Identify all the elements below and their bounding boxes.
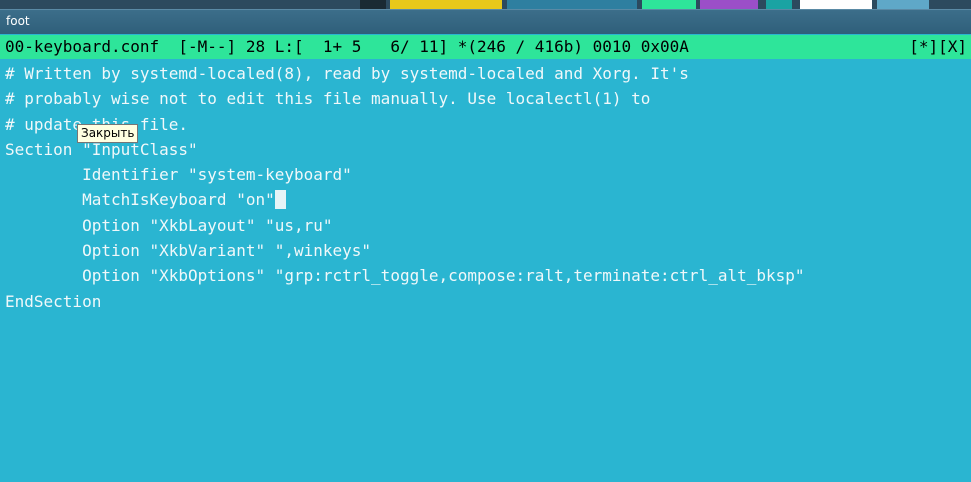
editor-line-text: Option "XkbOptions" "grp:rctrl_toggle,co…	[5, 266, 805, 286]
editor-line[interactable]: Option "XkbLayout" "us,ru"	[5, 213, 965, 238]
taskbar-segment[interactable]	[390, 0, 502, 9]
editor-line[interactable]: Option "XkbVariant" ",winkeys"	[5, 238, 965, 263]
editor-line-text: EndSection	[5, 291, 102, 311]
text-editor-area[interactable]: # Written by systemd-localed(8), read by…	[5, 61, 965, 314]
editor-line[interactable]: MatchIsKeyboard "on"	[5, 187, 965, 212]
taskbar-segment[interactable]	[700, 0, 758, 9]
window-title: foot	[6, 14, 30, 28]
text-cursor	[274, 190, 286, 210]
editor-line[interactable]: EndSection	[5, 289, 965, 314]
editor-line[interactable]: # update this file.	[5, 112, 965, 137]
taskbar-segment[interactable]	[877, 0, 929, 9]
editor-line-text: MatchIsKeyboard "on"	[5, 190, 275, 210]
taskbar-segment[interactable]	[642, 0, 696, 9]
taskbar-segment[interactable]	[800, 0, 872, 9]
taskbar-segment[interactable]	[360, 0, 386, 9]
status-line-buttons[interactable]: [*][X]	[909, 35, 967, 59]
taskbar-segment[interactable]	[0, 0, 350, 9]
status-line-info: 00-keyboard.conf [-M--] 28 L:[ 1+ 5 6/ 1…	[5, 37, 689, 56]
desktop-taskbar	[0, 0, 971, 9]
editor-line[interactable]: Section "InputClass"	[5, 137, 965, 162]
taskbar-segment[interactable]	[507, 0, 637, 9]
editor-line-text: Option "XkbLayout" "us,ru"	[5, 215, 333, 235]
editor-line-text: Option "XkbVariant" ",winkeys"	[5, 241, 372, 261]
editor-line-text: # probably wise not to edit this file ma…	[5, 89, 651, 109]
editor-line[interactable]: Option "XkbOptions" "grp:rctrl_toggle,co…	[5, 263, 965, 288]
editor-line-text: # Written by systemd-localed(8), read by…	[5, 64, 689, 83]
editor-line[interactable]: # probably wise not to edit this file ma…	[5, 86, 965, 111]
editor-line[interactable]: # Written by systemd-localed(8), read by…	[5, 61, 965, 86]
editor-status-line: 00-keyboard.conf [-M--] 28 L:[ 1+ 5 6/ 1…	[0, 35, 971, 59]
taskbar-segment[interactable]	[766, 0, 792, 9]
editor-line-text: Identifier "system-keyboard"	[5, 165, 352, 185]
taskbar-segment[interactable]	[935, 0, 971, 9]
close-tooltip: Закрыть	[77, 124, 139, 143]
window-titlebar[interactable]: foot	[0, 9, 971, 34]
editor-line[interactable]: Identifier "system-keyboard"	[5, 162, 965, 187]
